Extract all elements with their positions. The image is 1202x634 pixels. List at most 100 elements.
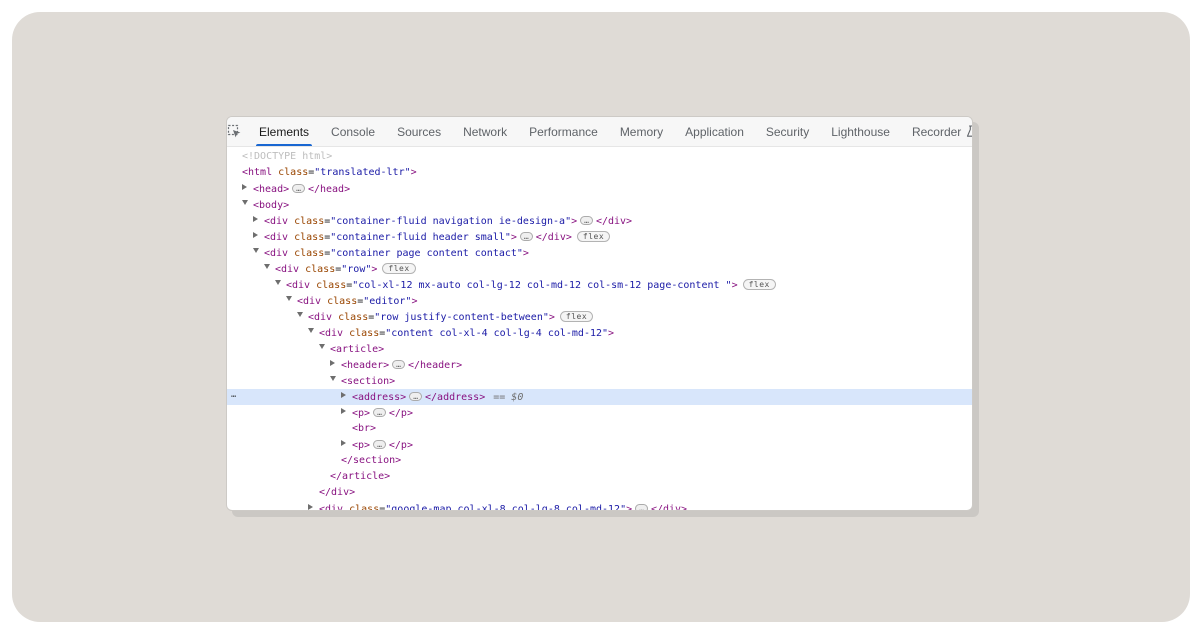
code-token: class bbox=[316, 280, 346, 291]
dom-tree-row-selected[interactable]: ⋯ <address>…</address> == $0 bbox=[227, 389, 972, 405]
code-token: == $0 bbox=[493, 392, 523, 403]
code-token: "editor" bbox=[363, 296, 411, 307]
flex-badge[interactable]: flex bbox=[560, 311, 593, 322]
expand-down-icon[interactable] bbox=[319, 341, 330, 357]
expand-right-icon[interactable] bbox=[242, 181, 253, 197]
code-token: </div> bbox=[596, 216, 632, 227]
tab-elements[interactable]: Elements bbox=[248, 117, 320, 146]
dom-tree-row[interactable]: <section> bbox=[227, 373, 972, 389]
dom-tree-row[interactable]: <div class="row justify-content-between"… bbox=[227, 309, 972, 325]
tab-application[interactable]: Application bbox=[674, 117, 755, 146]
dom-tree-row[interactable]: <p>…</p> bbox=[227, 437, 972, 453]
expand-down-icon[interactable] bbox=[242, 197, 253, 213]
tab-network[interactable]: Network bbox=[452, 117, 518, 146]
dom-tree-row[interactable]: </div> bbox=[227, 485, 972, 501]
collapsed-content-button[interactable]: … bbox=[409, 392, 422, 401]
expand-down-icon[interactable] bbox=[330, 373, 341, 389]
code-token: <div bbox=[264, 232, 288, 243]
dom-tree-row[interactable]: <div class="container-fluid navigation i… bbox=[227, 213, 972, 229]
tab-label: Lighthouse bbox=[831, 125, 890, 139]
dom-tree-row[interactable]: <div class="row">flex bbox=[227, 261, 972, 277]
code-token: "row justify-content-between" bbox=[374, 312, 549, 323]
expand-right-icon[interactable] bbox=[341, 405, 352, 421]
code-token: <div bbox=[264, 248, 288, 259]
collapsed-content-button[interactable]: … bbox=[292, 184, 305, 193]
code-token: <header> bbox=[341, 360, 389, 371]
tab-label: Elements bbox=[259, 125, 309, 139]
tab-memory[interactable]: Memory bbox=[609, 117, 674, 146]
code-token: </div> bbox=[651, 504, 687, 511]
code-token: > bbox=[571, 216, 577, 227]
code-token: <html bbox=[242, 167, 272, 178]
inspect-element-button[interactable] bbox=[227, 117, 242, 146]
tab-performance[interactable]: Performance bbox=[518, 117, 609, 146]
dom-tree-row[interactable]: </article> bbox=[227, 469, 972, 485]
dom-tree-row[interactable]: <html class="translated-ltr"> bbox=[227, 165, 972, 181]
code-token: <div bbox=[297, 296, 321, 307]
code-token: </address> bbox=[425, 392, 485, 403]
expand-down-icon[interactable] bbox=[275, 277, 286, 293]
expand-right-icon[interactable] bbox=[253, 213, 264, 229]
code-token: </head> bbox=[308, 184, 350, 195]
dom-tree-row[interactable]: <p>…</p> bbox=[227, 405, 972, 421]
page-background: Elements ConsoleSources Network Performance… bbox=[0, 0, 1202, 634]
dom-tree-row[interactable]: <div class="container page content conta… bbox=[227, 245, 972, 261]
code-token: > bbox=[732, 280, 738, 291]
expand-down-icon[interactable] bbox=[264, 261, 275, 277]
code-token: "google-map col-xl-8 col-lg-8 col-md-12" bbox=[385, 504, 626, 511]
dom-tree-row[interactable]: <div class="container-fluid header small… bbox=[227, 229, 972, 245]
dom-tree-row[interactable]: <br> bbox=[227, 421, 972, 437]
expand-down-icon[interactable] bbox=[308, 325, 319, 341]
expand-right-icon[interactable] bbox=[341, 437, 352, 453]
tab-label: Network bbox=[463, 125, 507, 139]
code-token: class bbox=[294, 232, 324, 243]
code-token: </p> bbox=[389, 440, 413, 451]
tab-security[interactable]: Security bbox=[755, 117, 820, 146]
dom-tree-row[interactable]: <div class="content col-xl-4 col-lg-4 co… bbox=[227, 325, 972, 341]
tab-console[interactable]: Console bbox=[320, 117, 386, 146]
flex-badge[interactable]: flex bbox=[743, 279, 776, 290]
dom-tree-row[interactable]: <div class="editor"> bbox=[227, 293, 972, 309]
code-token: </p> bbox=[389, 408, 413, 419]
row-options-dots-icon[interactable]: ⋯ bbox=[231, 389, 237, 405]
dom-tree-row[interactable]: <!DOCTYPE html> bbox=[227, 149, 972, 165]
expand-down-icon[interactable] bbox=[253, 245, 264, 261]
flex-badge[interactable]: flex bbox=[577, 231, 610, 242]
collapsed-content-button[interactable]: … bbox=[373, 408, 386, 417]
dom-tree-row[interactable]: <head>…</head> bbox=[227, 181, 972, 197]
expand-right-icon[interactable] bbox=[308, 501, 319, 511]
expand-right-icon[interactable] bbox=[253, 229, 264, 245]
collapsed-content-button[interactable]: … bbox=[392, 360, 405, 369]
dom-tree-row[interactable]: <body> bbox=[227, 197, 972, 213]
code-token: > bbox=[511, 232, 517, 243]
code-token: </section> bbox=[341, 455, 401, 466]
code-token: <address> bbox=[352, 392, 406, 403]
flex-badge[interactable]: flex bbox=[382, 263, 415, 274]
code-token: </div> bbox=[319, 487, 355, 498]
tab-lighthouse[interactable]: Lighthouse bbox=[820, 117, 901, 146]
tab-label: Recorder bbox=[912, 125, 961, 139]
dom-tree-row[interactable]: <div class="google-map col-xl-8 col-lg-8… bbox=[227, 501, 972, 511]
code-token: <article> bbox=[330, 344, 384, 355]
expand-right-icon[interactable] bbox=[341, 389, 352, 405]
tab-sources[interactable]: Sources bbox=[386, 117, 452, 146]
code-token: "translated-ltr" bbox=[314, 167, 410, 178]
code-token: "container-fluid navigation ie-design-a" bbox=[330, 216, 571, 227]
collapsed-content-button[interactable]: … bbox=[635, 504, 648, 512]
tab-recorder[interactable]: Recorder bbox=[901, 117, 973, 146]
dom-tree: <!DOCTYPE html> <html class="translated-l… bbox=[227, 147, 972, 511]
dom-tree-row[interactable]: <header>…</header> bbox=[227, 357, 972, 373]
collapsed-content-button[interactable]: … bbox=[520, 232, 533, 241]
dom-tree-row[interactable]: <div class="col-xl-12 mx-auto col-lg-12 … bbox=[227, 277, 972, 293]
collapsed-content-button[interactable]: … bbox=[580, 216, 593, 225]
dom-tree-row[interactable]: </section> bbox=[227, 453, 972, 469]
code-token: "row" bbox=[341, 264, 371, 275]
dom-tree-row[interactable]: <article> bbox=[227, 341, 972, 357]
expand-right-icon[interactable] bbox=[330, 357, 341, 373]
collapsed-content-button[interactable]: … bbox=[373, 440, 386, 449]
code-token: <!DOCTYPE html> bbox=[242, 151, 332, 162]
expand-down-icon[interactable] bbox=[297, 309, 308, 325]
expand-down-icon[interactable] bbox=[286, 293, 297, 309]
code-token: > bbox=[608, 328, 614, 339]
flask-icon bbox=[966, 125, 973, 138]
